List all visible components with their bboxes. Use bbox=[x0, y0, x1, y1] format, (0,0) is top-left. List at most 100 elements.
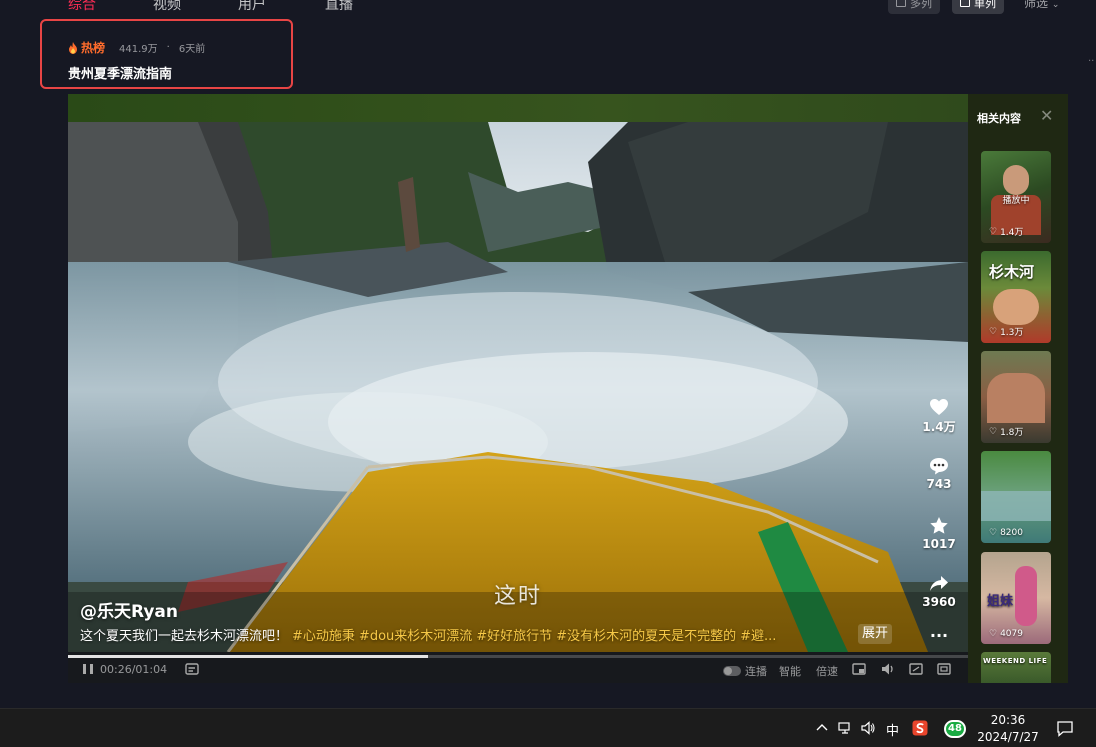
favorite-count: 1017 bbox=[922, 537, 956, 551]
hashtag[interactable]: #避... bbox=[740, 629, 776, 644]
more-icon[interactable]: ·· bbox=[1088, 56, 1094, 67]
hot-list-card[interactable]: 热榜 441.9万 · 6天前 贵州夏季漂流指南 bbox=[40, 19, 293, 89]
speaker-icon[interactable] bbox=[860, 720, 876, 736]
video-background-band bbox=[68, 94, 968, 122]
tab-users[interactable]: 用户 bbox=[238, 0, 266, 14]
star-icon bbox=[930, 517, 948, 534]
system-clock[interactable]: 20:36 2024/7/27 bbox=[968, 712, 1048, 746]
hot-meta: 热榜 441.9万 · 6天前 bbox=[68, 39, 205, 56]
like-count: 1.4万 bbox=[922, 420, 956, 434]
chevron-down-icon: ⌄ bbox=[1051, 0, 1060, 10]
related-title: 相关内容 bbox=[977, 112, 1021, 125]
sogou-input-icon[interactable] bbox=[912, 720, 928, 736]
multi-column-label: 多列 bbox=[910, 0, 932, 10]
related-item[interactable]: 杉木河 ♡ 1.3万 bbox=[981, 251, 1051, 343]
heart-outline-icon: ♡ bbox=[989, 528, 998, 538]
notification-badge[interactable]: 48 bbox=[944, 720, 966, 738]
related-item[interactable]: WEEKEND LIFE bbox=[981, 652, 1051, 683]
related-likes: ♡ 4079 bbox=[989, 629, 1023, 639]
video-player[interactable]: 这时 @乐天Ryan 这个夏天我们一起去杉木河漂流吧！ #心动施秉 #dou来杉木河… bbox=[68, 94, 968, 683]
related-item[interactable]: 播放中 ♡ 1.4万 bbox=[981, 151, 1051, 243]
tab-all[interactable]: 综合 bbox=[68, 0, 96, 14]
heart-outline-icon: ♡ bbox=[989, 426, 998, 437]
progress-bar[interactable] bbox=[68, 655, 968, 658]
related-likes: ♡ 1.3万 bbox=[989, 326, 1024, 339]
mini-player-icon[interactable] bbox=[851, 661, 867, 677]
autoplay-label: 连播 bbox=[745, 665, 767, 678]
hot-list-label: 热榜 bbox=[81, 41, 106, 55]
related-item[interactable]: ♡ 1.8万 bbox=[981, 351, 1051, 443]
expand-button[interactable]: 展开 bbox=[858, 624, 893, 644]
hashtag[interactable]: #好好旅行节 bbox=[476, 629, 552, 644]
search-results-page: 综合 视频 用户 直播 多列 单列 筛选 ⌄ 热榜 441.9万 · 6天前 贵… bbox=[0, 0, 1096, 747]
pause-icon[interactable] bbox=[80, 661, 96, 677]
toggle-switch-icon bbox=[723, 666, 741, 676]
video-author[interactable]: @乐天Ryan bbox=[80, 597, 178, 622]
filter-label: 筛选 bbox=[1024, 0, 1049, 10]
video-frame bbox=[68, 122, 968, 652]
web-fullscreen-icon[interactable] bbox=[908, 661, 924, 677]
heart-outline-icon: ♡ bbox=[989, 226, 998, 237]
more-options-icon[interactable]: ··· bbox=[918, 626, 960, 645]
chevron-up-icon[interactable] bbox=[814, 720, 830, 736]
post-time: 6天前 bbox=[178, 44, 206, 55]
comment-button[interactable]: 743 bbox=[918, 457, 960, 491]
smart-button[interactable]: 智能 bbox=[779, 663, 801, 679]
fullscreen-icon[interactable] bbox=[936, 661, 952, 677]
notification-center-icon[interactable] bbox=[1056, 720, 1074, 738]
related-item[interactable]: ♡ 8200 bbox=[981, 451, 1051, 543]
thumbnail-person bbox=[987, 373, 1045, 423]
favorite-button[interactable]: 1017 bbox=[918, 516, 960, 551]
related-likes: ♡ 1.8万 bbox=[989, 426, 1024, 439]
thumbnail-person bbox=[993, 289, 1039, 325]
hashtag[interactable]: #dou来杉木河漂流 bbox=[359, 629, 472, 644]
network-icon[interactable] bbox=[837, 720, 853, 736]
speed-button[interactable]: 倍速 bbox=[816, 663, 838, 679]
hashtag[interactable]: #心动施秉 bbox=[292, 629, 355, 644]
comment-count: 743 bbox=[926, 477, 952, 491]
single-column-icon bbox=[960, 0, 970, 7]
share-count: 3960 bbox=[922, 595, 956, 609]
like-button[interactable]: 1.4万 bbox=[918, 398, 960, 435]
volume-icon[interactable] bbox=[880, 661, 896, 677]
windows-taskbar: 中 48 20:36 2024/7/27 bbox=[0, 708, 1096, 747]
total-time: 01:04 bbox=[135, 663, 168, 676]
related-item[interactable]: 姐妹 ♡ 4079 bbox=[981, 552, 1051, 644]
heart-outline-icon: ♡ bbox=[989, 629, 998, 639]
related-likes: ♡ 8200 bbox=[989, 528, 1023, 538]
now-playing-label: 播放中 bbox=[1002, 196, 1030, 206]
tab-live[interactable]: 直播 bbox=[325, 0, 353, 14]
comment-icon bbox=[930, 458, 948, 475]
input-method-indicator[interactable]: 中 bbox=[886, 720, 899, 739]
hot-title[interactable]: 贵州夏季漂流指南 bbox=[68, 63, 172, 82]
multi-column-button[interactable]: 多列 bbox=[888, 0, 940, 14]
video-subtitle: 这时 bbox=[493, 584, 542, 609]
close-icon[interactable]: ✕ bbox=[1040, 106, 1053, 125]
clock-date: 2024/7/27 bbox=[977, 730, 1039, 744]
hashtag[interactable]: #没有杉木河的夏天是不完整的 bbox=[556, 629, 736, 644]
autoplay-toggle[interactable]: 连播 bbox=[723, 663, 767, 679]
video-description: 这个夏天我们一起去杉木河漂流吧！ #心动施秉 #dou来杉木河漂流 #好好旅行节 #没有… bbox=[80, 625, 850, 644]
progress-fill bbox=[68, 655, 428, 658]
share-button[interactable]: 3960 bbox=[918, 575, 960, 609]
thumbnail-caption: 杉木河 bbox=[989, 263, 1035, 281]
current-time: 00:26 bbox=[100, 663, 132, 676]
thumbnail-water bbox=[981, 491, 1051, 521]
thumbnail-person bbox=[1015, 566, 1037, 626]
thumbnail-caption: WEEKEND LIFE bbox=[983, 657, 1048, 665]
single-column-button[interactable]: 单列 bbox=[952, 0, 1004, 14]
related-likes: ♡ 1.4万 bbox=[989, 226, 1024, 239]
filter-button[interactable]: 筛选 ⌄ bbox=[1024, 0, 1059, 11]
single-column-label: 单列 bbox=[974, 0, 996, 10]
heat-count: 441.9万 bbox=[119, 44, 158, 55]
grid-icon bbox=[896, 0, 906, 7]
separator-dot: · bbox=[166, 42, 170, 53]
flame-icon bbox=[69, 41, 77, 54]
caption-icon[interactable] bbox=[184, 661, 200, 677]
description-text: 这个夏天我们一起去杉木河漂流吧！ bbox=[80, 629, 289, 644]
share-icon bbox=[930, 576, 948, 591]
heart-outline-icon: ♡ bbox=[989, 326, 998, 337]
heart-icon bbox=[930, 399, 948, 415]
tab-video[interactable]: 视频 bbox=[153, 0, 181, 14]
clock-time: 20:36 bbox=[990, 713, 1026, 727]
